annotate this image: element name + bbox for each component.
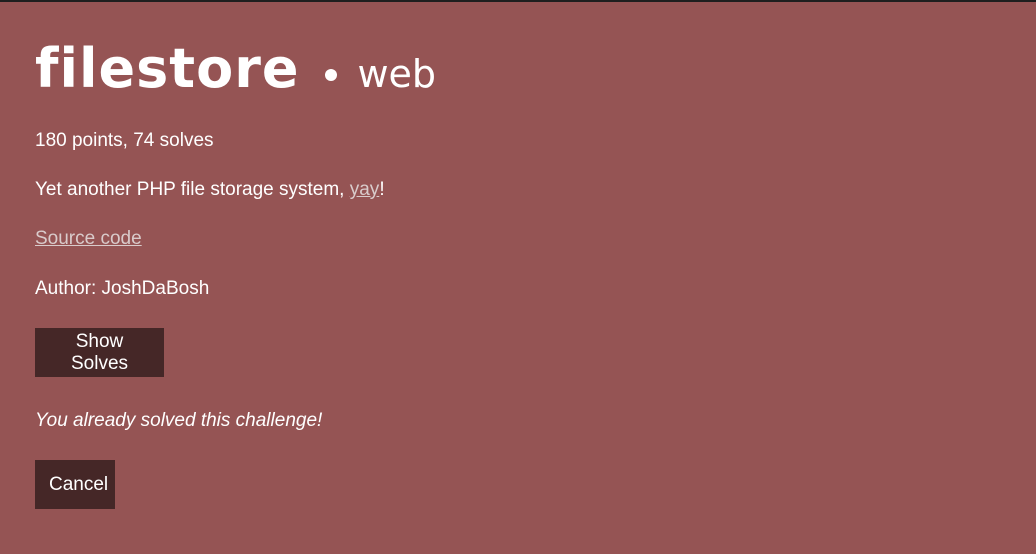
challenge-title: filestore bbox=[35, 37, 300, 100]
challenge-description: Yet another PHP file storage system, yay… bbox=[35, 179, 385, 201]
description-suffix: ! bbox=[379, 179, 385, 200]
description-text: Yet another PHP file storage system, bbox=[35, 179, 350, 200]
points-solves: 180 points, 74 solves bbox=[35, 130, 214, 151]
yay-link[interactable]: yay bbox=[350, 179, 380, 200]
source-code-link[interactable]: Source code bbox=[35, 228, 142, 249]
challenge-modal: filestore web 180 points, 74 solves Yet … bbox=[0, 2, 1036, 554]
source-line: Source code bbox=[35, 228, 142, 250]
author-line: Author: JoshDaBosh bbox=[35, 278, 210, 299]
challenge-header: filestore web bbox=[35, 42, 436, 96]
show-solves-button[interactable]: Show Solves bbox=[35, 328, 164, 377]
solved-message: You already solved this challenge! bbox=[35, 410, 323, 431]
separator-dot bbox=[325, 69, 338, 81]
challenge-category: web bbox=[357, 52, 437, 96]
cancel-button[interactable]: Cancel bbox=[35, 460, 115, 509]
